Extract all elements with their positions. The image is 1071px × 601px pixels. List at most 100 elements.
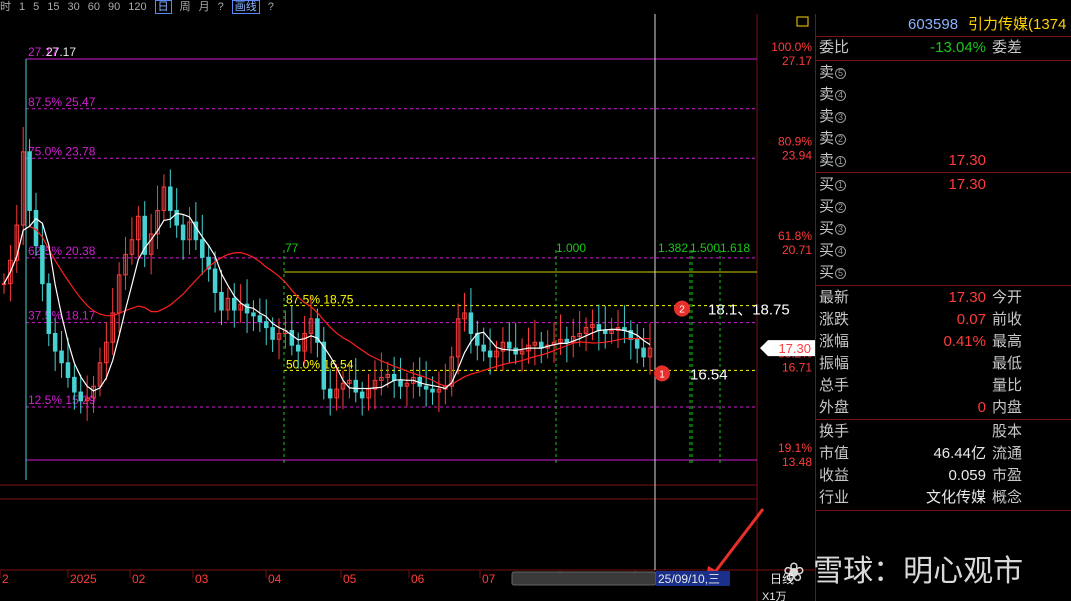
annotation-text-2: 18.1、18.75	[708, 302, 790, 319]
buy-row-2-level: 2	[835, 201, 847, 213]
stat-row-3-label: 振幅	[819, 355, 850, 372]
stat-row-2: 涨幅 0.41% 最高	[816, 331, 1071, 353]
candle-body-27	[174, 209, 179, 226]
info-row-3-value: 文化传媒	[925, 489, 986, 506]
kline-chart[interactable]: 27.17 87.5% 25.47 75.0% 23.78 62.5% 20.38 37…	[0, 14, 815, 601]
time-fib-label-1: 1.000	[556, 241, 586, 255]
buy-row-5-label: 买5	[819, 262, 847, 284]
stat-row-5-right-label: 内盘	[992, 399, 1023, 416]
weibi-value: -13.04%	[930, 39, 986, 56]
candle-body-4	[27, 151, 32, 211]
annotation-num-1: 1	[659, 369, 665, 380]
stat-row-4-label: 总手	[819, 377, 850, 394]
stat-row-0-value: 17.30	[948, 289, 986, 306]
sell-row-4-level: 4	[835, 89, 847, 101]
x-tick-5: 05	[343, 572, 357, 586]
layout-icon[interactable]	[796, 16, 809, 27]
info-row-1-value: 46.44亿	[933, 445, 986, 462]
stat-row-0-label: 最新	[819, 289, 850, 306]
period-button-10[interactable]: 月	[199, 1, 210, 13]
sell-row-1-level: 1	[835, 155, 847, 167]
period-button-7[interactable]: 120	[128, 1, 146, 13]
candle-body-28	[180, 224, 186, 241]
info-row-2-value: 0.059	[948, 467, 986, 484]
buy-row-1: 买 1 17.30	[816, 174, 1071, 196]
cursor-date: 25/09/10,三	[658, 572, 720, 586]
candle-body-61	[391, 373, 397, 381]
candle-body-67	[430, 388, 435, 393]
stat-row-5-label: 外盘	[819, 399, 850, 416]
info-row-2-label: 收益	[819, 467, 850, 484]
axis-price-3: 16.71	[782, 360, 812, 374]
fib-label-2: 75.0% 23.78	[28, 144, 96, 158]
period-button-5[interactable]: 60	[88, 1, 100, 13]
period-button-0[interactable]: 时	[0, 1, 11, 13]
info-row-0-right-label: 股本	[992, 423, 1023, 440]
stat-row-3: 振幅 最低	[816, 353, 1071, 375]
fib-label-1: 87.5% 25.47	[28, 95, 96, 109]
candle-body-75	[481, 344, 486, 352]
sell-row-5: 卖5	[816, 62, 1071, 84]
buy-row-3-label: 买3	[819, 218, 847, 240]
sell-row-1-label: 卖1	[819, 150, 847, 172]
sell-row-3: 卖3	[816, 106, 1071, 128]
buy-row-3-level: 3	[835, 223, 847, 235]
candle-body-45	[289, 330, 295, 346]
candle-body-39	[251, 312, 256, 317]
x-tick-3: 03	[195, 572, 209, 586]
period-button-11[interactable]: ?	[218, 1, 224, 13]
info-row-2-right-label: 市盈	[992, 467, 1023, 484]
period-button-6[interactable]: 90	[108, 1, 120, 13]
candle-body-76	[487, 350, 493, 358]
time-fib-label-2: 1.382	[658, 241, 688, 255]
candle-body-36	[231, 297, 237, 311]
candle-body-80	[513, 347, 518, 355]
buy-row-1-value: 17.30	[948, 176, 986, 193]
kline-svg[interactable]: 27.1787.5% 25.4775.0% 23.7862.5% 20.3837…	[0, 14, 815, 601]
stat-row-0: 最新 17.30 今开	[816, 287, 1071, 309]
time-fib-label-0: 77	[285, 241, 299, 255]
period-button-9[interactable]: 周	[180, 1, 191, 13]
candle-body-5	[33, 209, 39, 247]
stat-row-4-right-label: 量比	[992, 377, 1023, 394]
candle-body-42	[270, 327, 275, 340]
time-fib-label-4: 1.618	[720, 241, 750, 255]
stat-row-3-right-label: 最低	[992, 355, 1023, 372]
period-button-13[interactable]: ?	[268, 1, 274, 13]
stat-row-2-label: 涨幅	[819, 333, 850, 350]
sell-row-5-label: 卖5	[819, 62, 847, 84]
axis-pct-1: 80.9%	[778, 135, 812, 149]
period-button-12[interactable]: 画线	[231, 0, 260, 14]
sell-row-4-label: 卖4	[819, 84, 847, 106]
sell-row-3-level: 3	[835, 111, 847, 123]
candle-body-41	[263, 321, 269, 329]
candle-body-55	[353, 379, 359, 393]
candle-body-100	[641, 347, 646, 358]
x-tick-7: 07	[482, 572, 496, 586]
period-button-1[interactable]: 1	[19, 1, 25, 13]
stat-row-5: 外盘 0 内盘	[816, 397, 1071, 419]
info-row-1-right-label: 流通	[992, 445, 1023, 462]
annotation-num-2: 2	[679, 305, 685, 316]
stock-header: 603598 引力传媒(1374	[816, 14, 1071, 36]
buy-row-4-level: 4	[835, 245, 847, 257]
period-button-8[interactable]: 日	[154, 0, 172, 14]
x-tick-1: 2025	[70, 572, 97, 586]
x-tick-4: 04	[268, 572, 282, 586]
candle-body-34	[219, 291, 224, 311]
period-toolbar: 时 1 5 15 30 60 90 120 日周月? 画线?	[0, 0, 1071, 14]
info-row-1: 市值 46.44亿 流通	[816, 443, 1071, 465]
sell-row-5-level: 5	[835, 67, 847, 79]
candle-body-6	[40, 245, 45, 285]
buy-row-2: 买2	[816, 196, 1071, 218]
candle-body-79	[507, 341, 512, 349]
stat-row-1: 涨跌 0.07 前收	[816, 309, 1071, 331]
axis-price-2: 20.71	[782, 243, 812, 257]
period-button-3[interactable]: 15	[47, 1, 59, 13]
period-button-2[interactable]: 5	[33, 1, 39, 13]
time-scrollbar[interactable]	[511, 571, 657, 586]
axis-pct-0: 100.0%	[771, 40, 812, 54]
annotation-text-1: 16.54	[690, 366, 728, 383]
period-button-4[interactable]: 30	[68, 1, 80, 13]
info-row-0-label: 换手	[819, 423, 850, 440]
